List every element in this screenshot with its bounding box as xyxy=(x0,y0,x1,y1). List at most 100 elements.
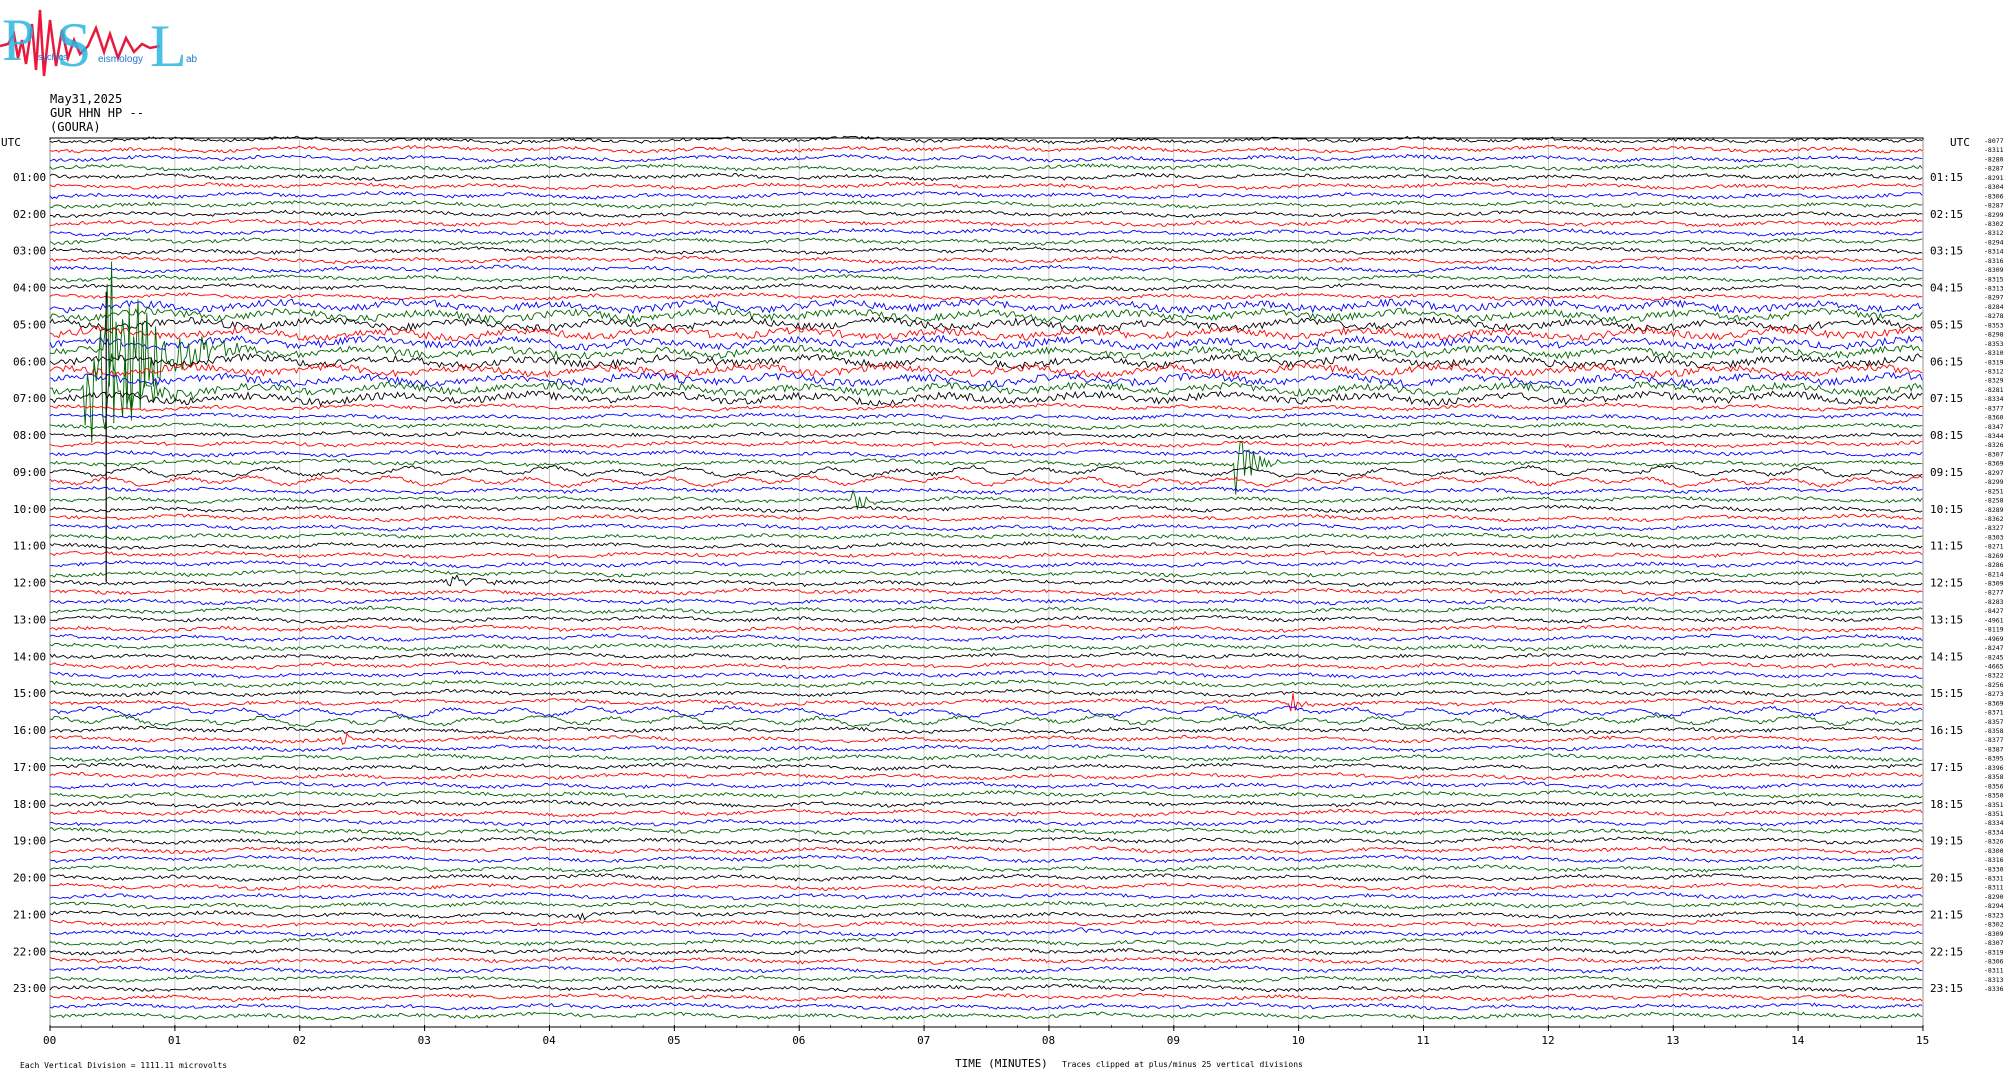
trace-offset-label: -8396 xyxy=(1984,764,2004,772)
right-hour-label: 11:15 xyxy=(1930,540,1963,553)
seismogram-trace xyxy=(49,362,1923,379)
trace-offset-label: -8297 xyxy=(1984,469,2004,477)
trace-offset-label: -8287 xyxy=(1984,202,2004,210)
trace-offset-label: -8360 xyxy=(1984,414,2004,422)
trace-offset-label: -8307 xyxy=(1984,450,2004,458)
seismogram-trace xyxy=(49,836,1923,845)
trace-offset-label: -8256 xyxy=(1984,681,2004,689)
seismogram-trace xyxy=(49,651,1923,661)
seismogram-trace xyxy=(49,541,1923,550)
seismogram-trace xyxy=(49,218,1923,228)
seismogram-trace xyxy=(49,181,1923,191)
left-hour-label: 20:00 xyxy=(13,872,46,885)
seismogram-trace xyxy=(49,872,1923,882)
seismogram-trace xyxy=(49,200,1923,210)
seismogram-trace xyxy=(49,845,1923,855)
trace-offset-label: -8329 xyxy=(1984,377,2004,385)
trace-offset-label: -8369 xyxy=(1984,460,2004,468)
seismogram-trace xyxy=(49,919,1923,928)
seismogram-trace xyxy=(49,762,1923,772)
trace-offset-label: -8326 xyxy=(1984,838,2004,846)
seismogram-trace xyxy=(49,190,1923,200)
right-hour-label: 03:15 xyxy=(1930,245,1963,258)
trace-offset-label: -8269 xyxy=(1984,552,2004,560)
seismogram-trace xyxy=(49,732,1923,745)
seismogram-trace xyxy=(49,713,1923,728)
trace-offset-label: -8387 xyxy=(1984,745,2004,753)
trace-offset-label: -8307 xyxy=(1984,939,2004,947)
trace-offset-label: -4969 xyxy=(1984,635,2004,643)
left-utc-label: UTC xyxy=(1,136,21,149)
x-tick-label: 01 xyxy=(168,1034,181,1047)
seismogram-trace xyxy=(49,209,1923,219)
trace-offset-label: -8299 xyxy=(1984,211,2004,219)
trace-offset-label: -8286 xyxy=(1984,561,2004,569)
seismogram-trace xyxy=(49,891,1923,901)
seismogram-trace xyxy=(49,486,1923,495)
right-hour-label: 13:15 xyxy=(1930,613,1963,626)
trace-offset-label: -8323 xyxy=(1984,911,2004,919)
seismogram-trace xyxy=(49,1011,1923,1021)
helicorder-plot: UTC UTC 00 01 02 03 04 05 06 07 08 09 10 11 12 13 14 15… xyxy=(1,135,2004,1070)
x-tick-label: 09 xyxy=(1167,1034,1180,1047)
seismogram-trace xyxy=(49,439,1923,449)
seismogram-trace xyxy=(49,513,1923,523)
left-hour-label: 09:00 xyxy=(13,466,46,479)
trace-offset-label: -8300 xyxy=(1984,847,2004,855)
trace-offset-label: -8312 xyxy=(1984,367,2004,375)
left-hour-label: 14:00 xyxy=(13,650,46,663)
trace-offset-label: -8311 xyxy=(1984,146,2004,154)
trace-offset-label: -8351 xyxy=(1984,801,2004,809)
left-hour-label: 19:00 xyxy=(13,835,46,848)
trace-offset-label: -8284 xyxy=(1984,303,2004,311)
left-hour-label: 18:00 xyxy=(13,798,46,811)
seismogram-trace xyxy=(49,246,1923,255)
trace-offset-label: -8315 xyxy=(1984,275,2004,283)
trace-offset-label: -8304 xyxy=(1984,183,2004,191)
vertical-division-note: Each Vertical Division = 1111.11 microvo… xyxy=(20,1061,227,1070)
trace-offset-label: -8077 xyxy=(1984,137,2004,145)
seismogram-trace xyxy=(49,283,1923,292)
trace-offset-label: -8319 xyxy=(1984,948,2004,956)
trace-offset-label: -8350 xyxy=(1984,792,2004,800)
trace-offset-label: -8336 xyxy=(1984,985,2004,993)
trace-offset-label: -8277 xyxy=(1984,589,2004,597)
trace-offset-label: -8299 xyxy=(1984,478,2004,486)
right-hour-label: 14:15 xyxy=(1930,650,1963,663)
plot-grid xyxy=(49,137,1924,1031)
left-hour-label: 05:00 xyxy=(13,318,46,331)
trace-offset-label: -8312 xyxy=(1984,229,2004,237)
seismogram-trace xyxy=(49,937,1923,947)
left-hour-label: 22:00 xyxy=(13,945,46,958)
trace-offset-label: -8273 xyxy=(1984,690,2004,698)
seismogram-trace xyxy=(49,771,1923,781)
trace-offset-label: -8358 xyxy=(1984,773,2004,781)
trace-offset-label: -8334 xyxy=(1984,828,2004,836)
seismogram-trace xyxy=(49,633,1923,643)
trace-offset-label: -8283 xyxy=(1984,598,2004,606)
trace-offset-label: -8302 xyxy=(1984,921,2004,929)
trace-offset-label: -8247 xyxy=(1984,644,2004,652)
seismogram-trace xyxy=(49,974,1923,984)
trace-offset-label: -8357 xyxy=(1984,718,2004,726)
seismogram-trace xyxy=(49,753,1923,762)
seismogram-trace xyxy=(49,522,1923,532)
trace-offset-label: -8306 xyxy=(1984,957,2004,965)
trace-offset-label: -8313 xyxy=(1984,285,2004,293)
trace-offset-label: -8298 xyxy=(1984,331,2004,339)
x-tick-label: 14 xyxy=(1791,1034,1805,1047)
left-hour-label: 23:00 xyxy=(13,982,46,995)
trace-offset-label: -8290 xyxy=(1984,893,2004,901)
trace-offset-label: -8309 xyxy=(1984,580,2004,588)
seismogram-trace xyxy=(49,854,1923,864)
left-hour-label: 16:00 xyxy=(13,724,46,737)
seismogram-trace xyxy=(49,255,1923,265)
right-hour-label: 20:15 xyxy=(1930,872,1963,885)
trace-offset-label: -8294 xyxy=(1984,902,2004,910)
seismogram-trace xyxy=(49,670,1923,680)
seismogram-trace xyxy=(49,910,1923,922)
trace-offset-label: -8280 xyxy=(1984,155,2004,163)
left-hour-label: 11:00 xyxy=(13,540,46,553)
x-tick-label: 10 xyxy=(1292,1034,1305,1047)
left-hour-label: 13:00 xyxy=(13,613,46,626)
